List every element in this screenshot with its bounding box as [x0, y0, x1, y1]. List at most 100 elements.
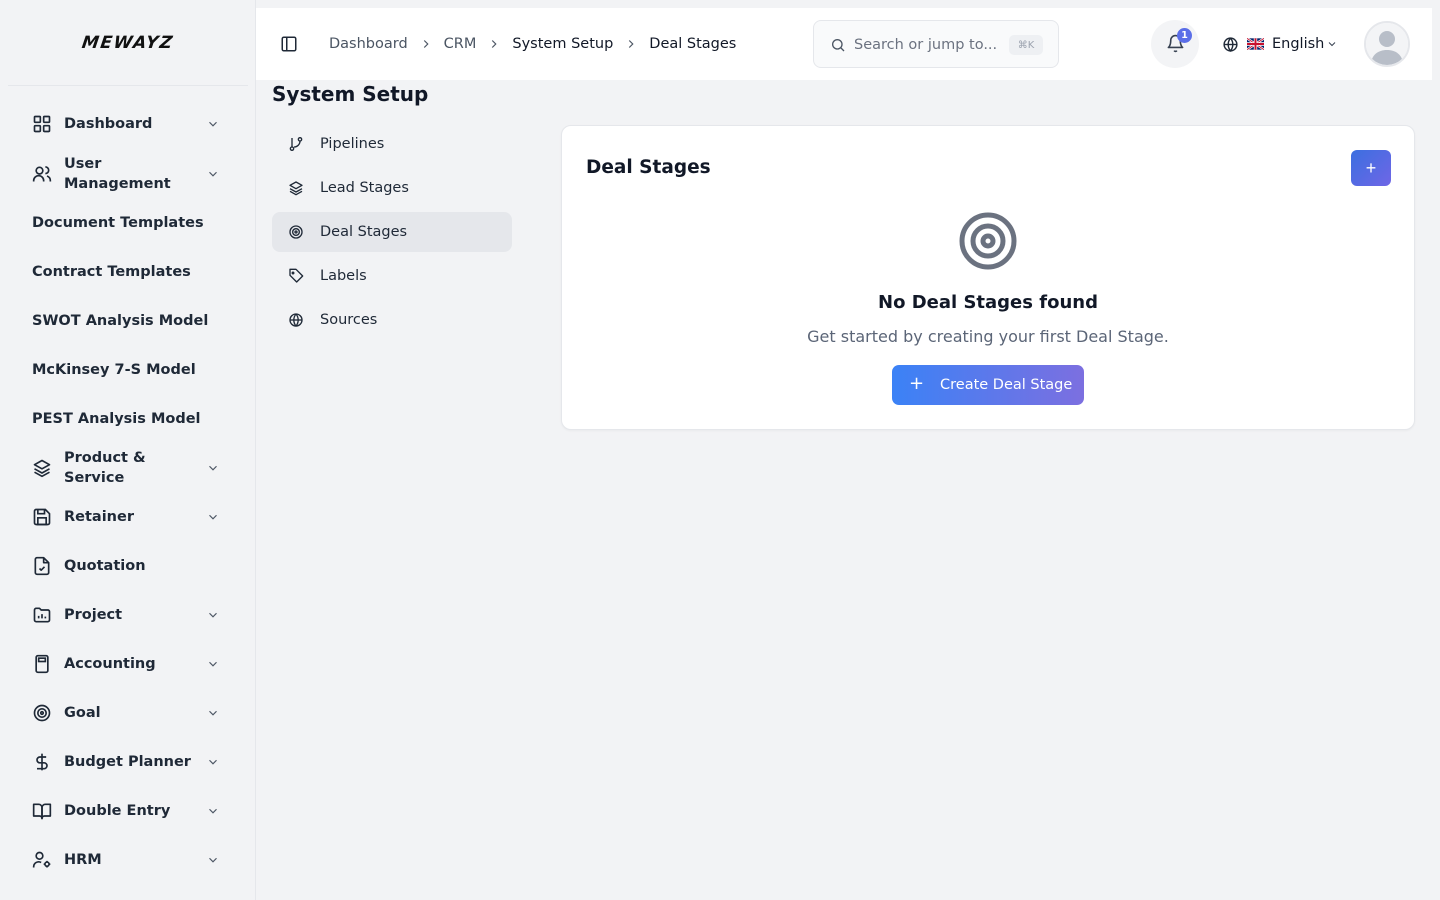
sidebar-item-double-entry[interactable]: Double Entry	[20, 801, 240, 821]
sub-nav-sources[interactable]: Sources	[272, 300, 512, 340]
notifications-button[interactable]: 1	[1151, 20, 1199, 68]
sidebar-item-label: Document Templates	[32, 215, 204, 231]
chevron-right-icon	[487, 37, 501, 51]
sidebar-item-label: Double Entry	[64, 803, 171, 819]
logo[interactable]: MEWAYZ	[81, 33, 175, 53]
chevron-down-icon	[206, 117, 220, 131]
search-box[interactable]: ⌘K	[813, 20, 1059, 68]
dollar-icon	[32, 752, 52, 772]
logo-area: MEWAYZ	[8, 0, 248, 86]
chevron-right-icon	[624, 37, 638, 51]
sidebar-item-label: Product & Service	[64, 450, 146, 486]
sub-nav-lead-stages[interactable]: Lead Stages	[272, 168, 512, 208]
grid-icon	[32, 114, 52, 134]
sidebar-item-pest[interactable]: PEST Analysis Model	[20, 409, 240, 429]
sidebar-item-label: PEST Analysis Model	[32, 411, 201, 427]
chevron-down-icon	[206, 167, 220, 181]
target-icon	[32, 703, 52, 723]
sub-nav-label: Lead Stages	[320, 180, 409, 196]
breadcrumb-crm[interactable]: CRM	[444, 36, 477, 52]
sub-nav-label: Labels	[320, 268, 367, 284]
uk-flag-icon	[1247, 38, 1264, 50]
chevron-right-icon	[419, 37, 433, 51]
sidebar-item-label: Quotation	[64, 558, 146, 574]
sidebar-item-user-management[interactable]: User Management	[20, 154, 240, 194]
avatar[interactable]	[1364, 21, 1410, 67]
sidebar-item-label: Project	[64, 607, 123, 623]
layers-icon	[32, 458, 52, 478]
target-icon	[288, 224, 304, 240]
chevron-down-icon	[206, 755, 220, 769]
search-icon	[830, 37, 846, 53]
empty-state-title: No Deal Stages found	[878, 292, 1098, 313]
sub-nav-deal-stages[interactable]: Deal Stages	[272, 212, 512, 252]
sub-nav-label: Sources	[320, 312, 378, 328]
book-open-icon	[32, 801, 52, 821]
sub-nav-label: Pipelines	[320, 136, 385, 152]
sidebar-item-swot[interactable]: SWOT Analysis Model	[20, 311, 240, 331]
sub-nav-pipelines[interactable]: Pipelines	[272, 124, 512, 164]
sidebar-item-label: McKinsey 7-S Model	[32, 362, 196, 378]
sidebar-item-mckinsey[interactable]: McKinsey 7-S Model	[20, 360, 240, 380]
save-icon	[32, 507, 52, 527]
calculator-icon	[32, 654, 52, 674]
chevron-down-icon	[206, 510, 220, 524]
sidebar-item-label: Accounting	[64, 656, 156, 672]
chevron-down-icon	[1326, 38, 1338, 50]
chevron-down-icon	[206, 461, 220, 475]
chevron-down-icon	[206, 853, 220, 867]
breadcrumb-dashboard[interactable]: Dashboard	[329, 36, 408, 52]
card-title: Deal Stages	[586, 157, 711, 178]
chevron-down-icon	[206, 657, 220, 671]
deal-stages-card: Deal Stages + No Deal Stages found Get s…	[561, 125, 1415, 430]
search-shortcut: ⌘K	[1009, 35, 1043, 55]
users-icon	[32, 164, 52, 184]
sidebar-item-document-templates[interactable]: Document Templates	[20, 213, 240, 233]
sub-nav-label: Deal Stages	[320, 224, 408, 240]
empty-state-subtitle: Get started by creating your first Deal …	[807, 327, 1169, 346]
breadcrumb: Dashboard CRM System Setup Deal Stages	[329, 33, 736, 55]
sidebar-item-dashboard[interactable]: Dashboard	[20, 114, 240, 134]
language-selector[interactable]: English	[1222, 32, 1338, 56]
plus-icon: +	[909, 373, 925, 394]
sidebar-item-label: User Management	[64, 156, 171, 192]
folder-chart-icon	[32, 605, 52, 625]
sidebar-item-accounting[interactable]: Accounting	[20, 654, 240, 674]
add-deal-stage-button[interactable]: +	[1351, 150, 1391, 186]
sidebar-item-product-service[interactable]: Product & Service	[20, 448, 240, 488]
sidebar-item-hrm[interactable]: HRM	[20, 850, 240, 870]
sidebar-item-label: Retainer	[64, 509, 134, 525]
globe-icon	[1222, 36, 1239, 53]
sidebar-item-retainer[interactable]: Retainer	[20, 507, 240, 527]
search-input[interactable]	[854, 33, 1014, 57]
create-deal-stage-button[interactable]: + Create Deal Stage	[892, 365, 1084, 405]
sidebar-item-label: Dashboard	[64, 116, 153, 132]
sidebar-item-label: Budget Planner	[64, 754, 191, 770]
sidebar-item-label: Contract Templates	[32, 264, 191, 280]
sidebar-item-budget-planner[interactable]: Budget Planner	[20, 752, 240, 772]
target-icon	[958, 211, 1018, 271]
page-title: System Setup	[272, 82, 429, 106]
sidebar-item-goal[interactable]: Goal	[20, 703, 240, 723]
sub-nav-labels[interactable]: Labels	[272, 256, 512, 296]
tag-icon	[288, 268, 304, 284]
user-cog-icon	[32, 850, 52, 870]
sidebar-item-label: SWOT Analysis Model	[32, 313, 209, 329]
chevron-down-icon	[206, 706, 220, 720]
sidebar-item-contract-templates[interactable]: Contract Templates	[20, 262, 240, 282]
notification-badge: 1	[1177, 28, 1192, 43]
breadcrumb-system-setup[interactable]: System Setup	[512, 36, 613, 52]
language-label: English	[1272, 36, 1325, 52]
globe-icon	[288, 312, 304, 328]
layers-icon	[288, 180, 304, 196]
create-deal-stage-label: Create Deal Stage	[940, 377, 1073, 393]
git-branch-icon	[288, 136, 304, 152]
sidebar-toggle-icon[interactable]	[280, 35, 298, 53]
sidebar: MEWAYZ Dashboard User Management Documen…	[0, 0, 256, 900]
breadcrumb-deal-stages: Deal Stages	[649, 36, 737, 52]
sidebar-item-quotation[interactable]: Quotation	[20, 556, 240, 576]
top-bar: Dashboard CRM System Setup Deal Stages ⌘…	[256, 8, 1432, 80]
sidebar-item-project[interactable]: Project	[20, 605, 240, 625]
chevron-down-icon	[206, 804, 220, 818]
chevron-down-icon	[206, 608, 220, 622]
